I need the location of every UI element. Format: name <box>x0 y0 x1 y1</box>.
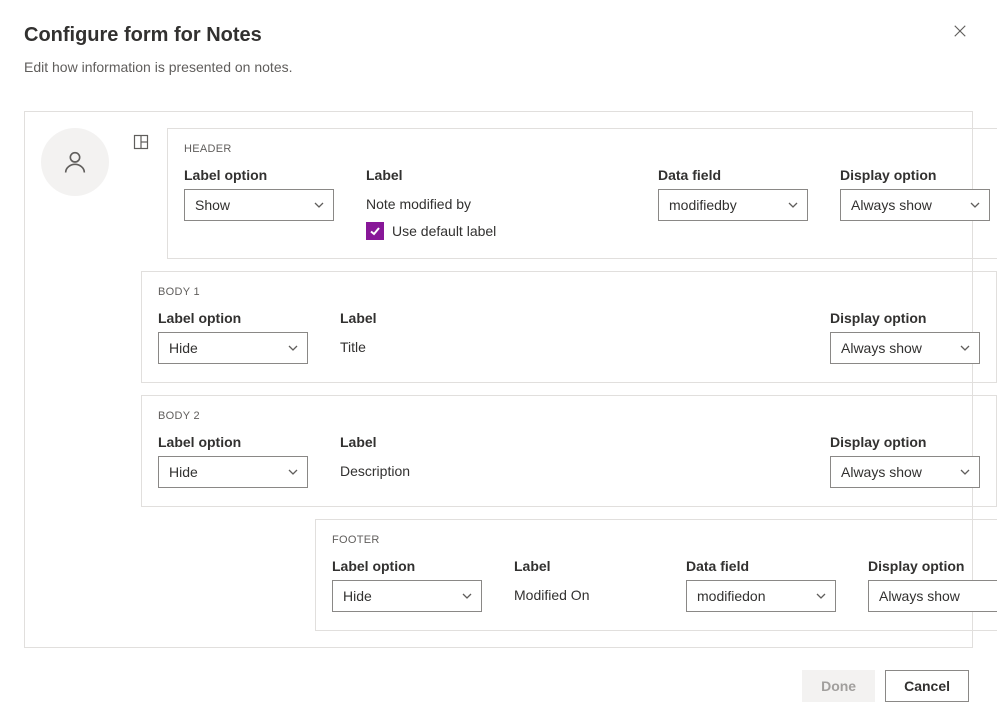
section-title-body2: BODY 2 <box>158 410 980 422</box>
footer-labeloption-value: Hide <box>343 588 372 604</box>
body1-displayopt-label: Display option <box>830 310 980 326</box>
body1-labeloption-select[interactable]: Hide <box>158 332 308 364</box>
chevron-down-icon <box>959 342 971 354</box>
body1-label-label: Label <box>340 310 798 326</box>
done-button: Done <box>802 670 875 702</box>
close-icon <box>953 24 967 38</box>
header-labeloption-value: Show <box>195 197 230 213</box>
body1-label-value: Title <box>340 332 798 355</box>
header-datafield-select[interactable]: modifiedby <box>658 189 808 221</box>
header-datafield-label: Data field <box>658 167 808 183</box>
header-label-value: Note modified by <box>366 189 626 212</box>
header-section: HEADER Label option Show Label Note modi… <box>167 128 997 259</box>
footer-datafield-value: modifiedon <box>697 588 766 604</box>
header-labeloption-label: Label option <box>184 167 334 183</box>
header-displayopt-value: Always show <box>851 197 932 213</box>
header-displayopt-label: Display option <box>840 167 990 183</box>
footer-label-value: Modified On <box>514 580 654 603</box>
footer-labeloption-label: Label option <box>332 558 482 574</box>
close-button[interactable] <box>953 24 969 40</box>
body2-labeloption-label: Label option <box>158 434 308 450</box>
header-labeloption-select[interactable]: Show <box>184 189 334 221</box>
chevron-down-icon <box>959 466 971 478</box>
chevron-down-icon <box>969 199 981 211</box>
header-datafield-value: modifiedby <box>669 197 737 213</box>
layout-icon <box>133 134 149 150</box>
body1-displayopt-select[interactable]: Always show <box>830 332 980 364</box>
footer-displayopt-value: Always show <box>879 588 960 604</box>
chevron-down-icon <box>287 342 299 354</box>
body2-section: BODY 2 Label option Hide Label Descripti… <box>141 395 997 507</box>
body2-displayopt-label: Display option <box>830 434 980 450</box>
chevron-down-icon <box>815 590 827 602</box>
footer-datafield-label: Data field <box>686 558 836 574</box>
cancel-button[interactable]: Cancel <box>885 670 969 702</box>
avatar-placeholder <box>41 128 109 196</box>
chevron-down-icon <box>313 199 325 211</box>
chevron-down-icon <box>461 590 473 602</box>
use-default-label-checkbox[interactable] <box>366 222 384 240</box>
body2-label-label: Label <box>340 434 798 450</box>
body2-displayopt-select[interactable]: Always show <box>830 456 980 488</box>
footer-section: FOOTER Label option Hide Label Modified … <box>315 519 997 631</box>
header-label-label: Label <box>366 167 626 183</box>
footer-displayopt-label: Display option <box>868 558 997 574</box>
section-title-footer: FOOTER <box>332 534 997 546</box>
form-panel: HEADER Label option Show Label Note modi… <box>24 111 973 648</box>
footer-datafield-select[interactable]: modifiedon <box>686 580 836 612</box>
chevron-down-icon <box>787 199 799 211</box>
chevron-down-icon <box>287 466 299 478</box>
body1-displayopt-value: Always show <box>841 340 922 356</box>
body2-labeloption-value: Hide <box>169 464 198 480</box>
layout-icon-box <box>127 128 155 156</box>
body2-displayopt-value: Always show <box>841 464 922 480</box>
person-icon <box>61 148 89 176</box>
header-displayopt-select[interactable]: Always show <box>840 189 990 221</box>
body1-labeloption-label: Label option <box>158 310 308 326</box>
body1-section: BODY 1 Label option Hide Label Title Dis… <box>141 271 997 383</box>
dialog-buttons: Done Cancel <box>24 670 973 702</box>
footer-labeloption-select[interactable]: Hide <box>332 580 482 612</box>
checkmark-icon <box>369 225 381 237</box>
footer-displayopt-select[interactable]: Always show <box>868 580 997 612</box>
use-default-label-text: Use default label <box>392 223 496 239</box>
body1-labeloption-value: Hide <box>169 340 198 356</box>
dialog-title: Configure form for Notes <box>24 24 973 47</box>
dialog-subtitle: Edit how information is presented on not… <box>24 59 973 75</box>
section-title-body1: BODY 1 <box>158 286 980 298</box>
body2-label-value: Description <box>340 456 798 479</box>
body2-labeloption-select[interactable]: Hide <box>158 456 308 488</box>
footer-label-label: Label <box>514 558 654 574</box>
section-title-header: HEADER <box>184 143 990 155</box>
